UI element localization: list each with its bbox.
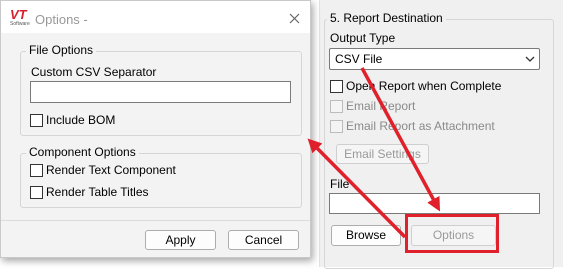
arrow-to-options-button (360, 67, 441, 212)
annotation-arrows (307, 67, 441, 239)
arrow-to-dialog (307, 138, 407, 239)
